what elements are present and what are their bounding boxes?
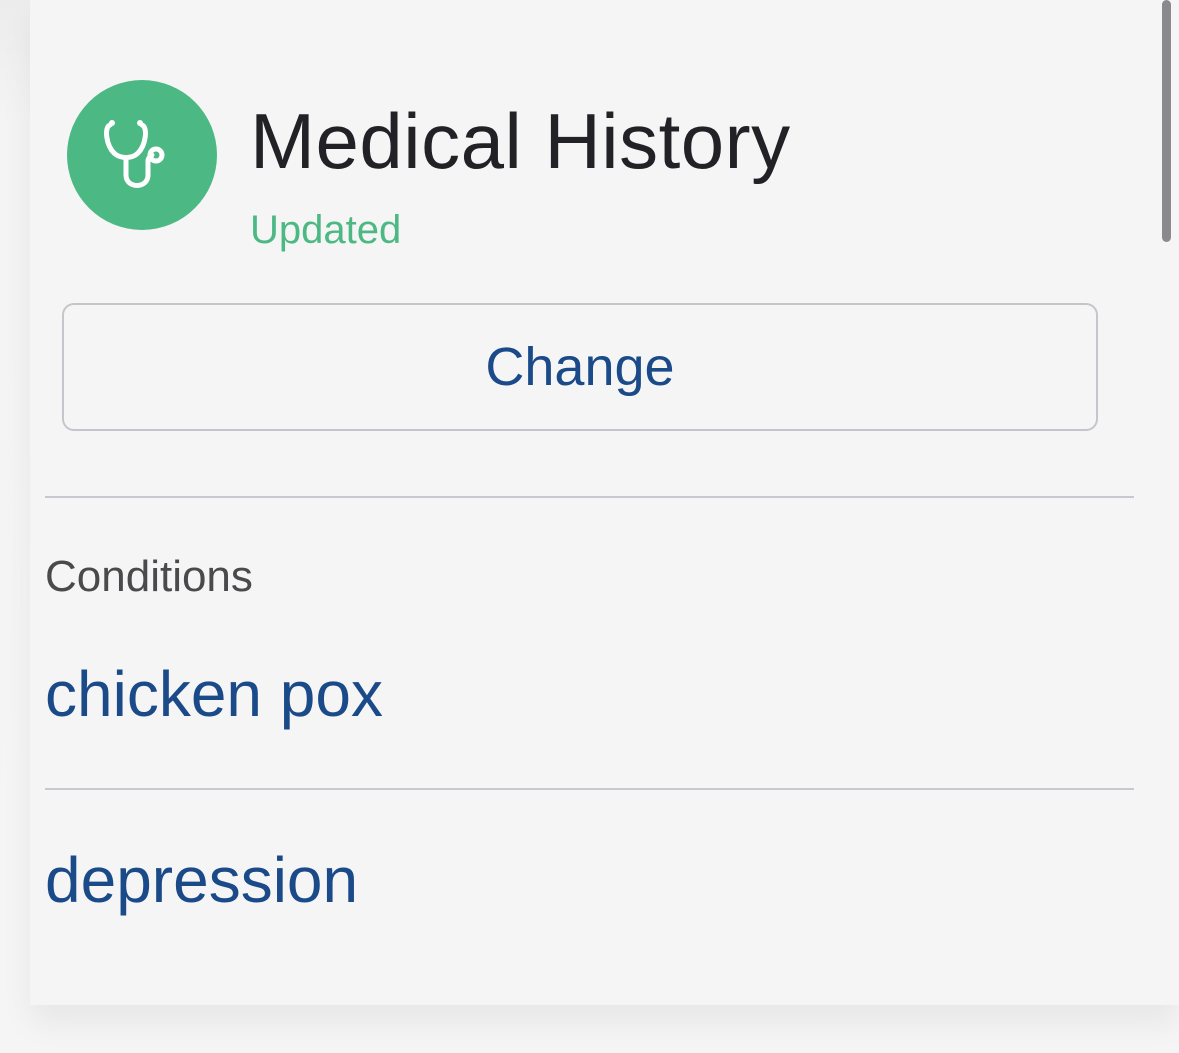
stethoscope-icon bbox=[67, 80, 217, 230]
scrollbar[interactable] bbox=[1162, 0, 1171, 242]
medical-history-card: Medical History Updated Change Condition… bbox=[30, 0, 1179, 1005]
title-block: Medical History Updated bbox=[250, 102, 791, 250]
condition-item-chicken-pox[interactable]: chicken pox bbox=[45, 662, 383, 726]
conditions-heading: Conditions bbox=[45, 552, 253, 601]
page-title: Medical History bbox=[250, 97, 791, 185]
change-button[interactable]: Change bbox=[62, 303, 1098, 431]
condition-item-depression[interactable]: depression bbox=[45, 848, 358, 912]
divider bbox=[45, 496, 1134, 498]
card-header: Medical History Updated bbox=[67, 80, 791, 250]
status-label: Updated bbox=[250, 208, 402, 252]
screen: Medical History Updated Change Condition… bbox=[0, 0, 1179, 1053]
divider bbox=[45, 788, 1134, 790]
